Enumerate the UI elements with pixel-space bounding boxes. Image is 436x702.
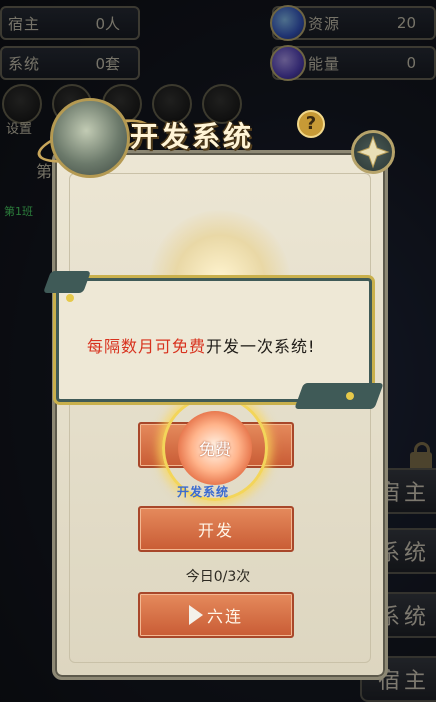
close-icon[interactable] — [351, 130, 395, 174]
free-highlight-label: 免费 — [198, 440, 231, 459]
six-pull-label: 六连 — [206, 607, 243, 626]
tip-toast: 每隔数月可免费开发一次系统! — [56, 278, 372, 402]
toast-dot-decoration — [346, 392, 354, 400]
toast-message: 每隔数月可免费开发一次系统! — [87, 333, 315, 357]
develop-tag: 开发系统 — [177, 485, 230, 499]
develop-button-label: 开发 — [197, 521, 234, 540]
dialog-title: 开发系统 — [130, 120, 255, 153]
today-count: 今日0/3次 — [185, 569, 251, 585]
help-icon[interactable]: ? — [297, 110, 325, 138]
develop-button[interactable]: 开发 — [138, 506, 294, 552]
free-highlight-core[interactable]: 免费 — [178, 411, 252, 485]
six-pull-button[interactable]: 六连 — [138, 592, 294, 638]
play-icon — [188, 605, 203, 625]
toast-message-highlight: 每隔数月可免费 — [87, 337, 207, 356]
planet-orb-icon — [50, 98, 130, 178]
toast-message-rest: 开发一次系统! — [206, 337, 316, 356]
toast-dot-decoration — [66, 294, 74, 302]
